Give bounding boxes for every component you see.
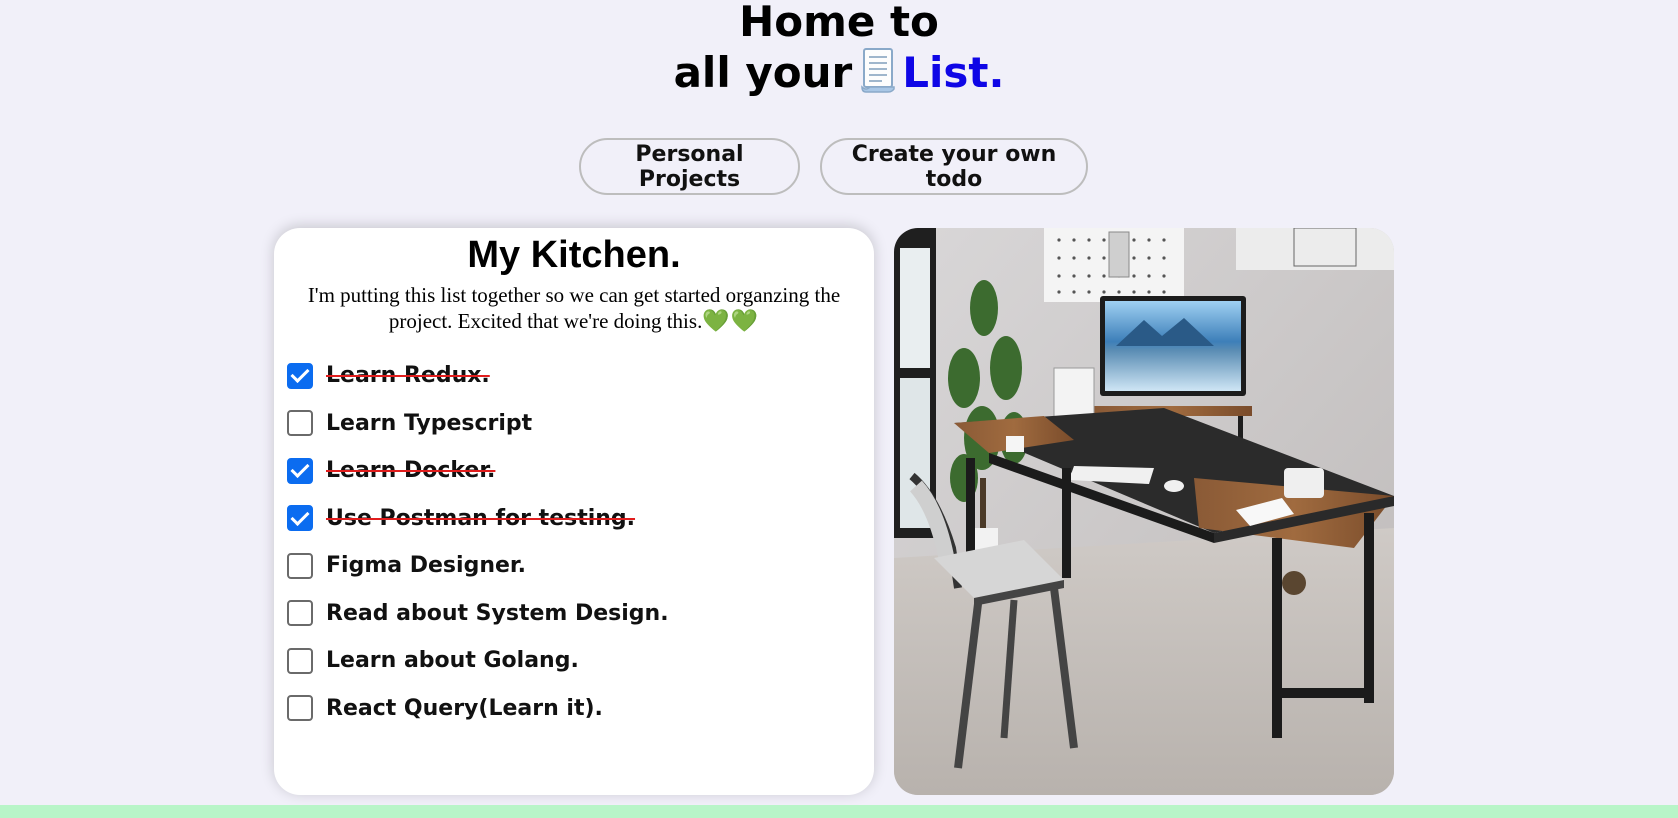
todo-item[interactable]: Learn Redux.	[287, 352, 857, 400]
hero-line-1: Home to	[739, 0, 939, 46]
todo-item[interactable]: Figma Designer.	[287, 542, 857, 590]
desk-photo	[894, 228, 1394, 795]
hero-line-2-prefix: all your	[673, 48, 853, 97]
todo-checkbox[interactable]	[287, 695, 313, 722]
todo-checkbox[interactable]	[287, 600, 313, 627]
todo-label: Figma Designer.	[326, 553, 526, 579]
nav-buttons: Personal Projects Create your own todo	[0, 138, 1678, 198]
document-icon	[861, 48, 895, 93]
todo-label: Learn about Golang.	[326, 648, 579, 674]
todo-checkbox[interactable]	[287, 505, 313, 532]
todo-item[interactable]: Learn Typescript	[287, 400, 857, 448]
todo-checkbox[interactable]	[287, 457, 313, 484]
card-description-text: I'm putting this list together so we can…	[307, 283, 841, 333]
card-title: My Kitchen.	[467, 234, 681, 276]
todo-checkbox[interactable]	[287, 410, 313, 437]
todo-item[interactable]: Learn about Golang.	[287, 637, 857, 685]
todo-checkbox[interactable]	[287, 552, 313, 579]
footer-bar	[0, 805, 1678, 818]
todo-label: Use Postman for testing.	[326, 505, 636, 531]
personal-projects-button[interactable]: Personal Projects	[579, 138, 800, 195]
card-description: I'm putting this list together so we can…	[292, 283, 856, 334]
create-todo-button[interactable]: Create your own todo	[820, 138, 1088, 195]
todo-item[interactable]: Learn Docker.	[287, 447, 857, 495]
todo-item[interactable]: Read about System Design.	[287, 590, 857, 638]
hero-heading: Home to all your List.	[0, 0, 1678, 98]
todo-checkbox[interactable]	[287, 647, 313, 674]
todo-checkbox[interactable]	[287, 362, 313, 389]
desk-illustration	[894, 228, 1394, 795]
hero-line-2: all your List.	[0, 47, 1678, 98]
todo-label: Learn Typescript	[326, 410, 533, 436]
todo-list: Learn Redux. Learn Typescript Learn Dock…	[287, 352, 857, 732]
todo-label: Read about System Design.	[326, 600, 669, 626]
todo-label: Learn Docker.	[326, 458, 496, 484]
green-heart-icon: 💚💚	[702, 308, 760, 333]
todo-item[interactable]: Use Postman for testing.	[287, 495, 857, 543]
todo-label: Learn Redux.	[326, 363, 490, 389]
todo-item[interactable]: React Query(Learn it).	[287, 685, 857, 733]
todo-card: My Kitchen. I'm putting this list togeth…	[274, 228, 874, 795]
hero-accent-word: List.	[902, 48, 1005, 97]
todo-label: React Query(Learn it).	[326, 695, 603, 721]
